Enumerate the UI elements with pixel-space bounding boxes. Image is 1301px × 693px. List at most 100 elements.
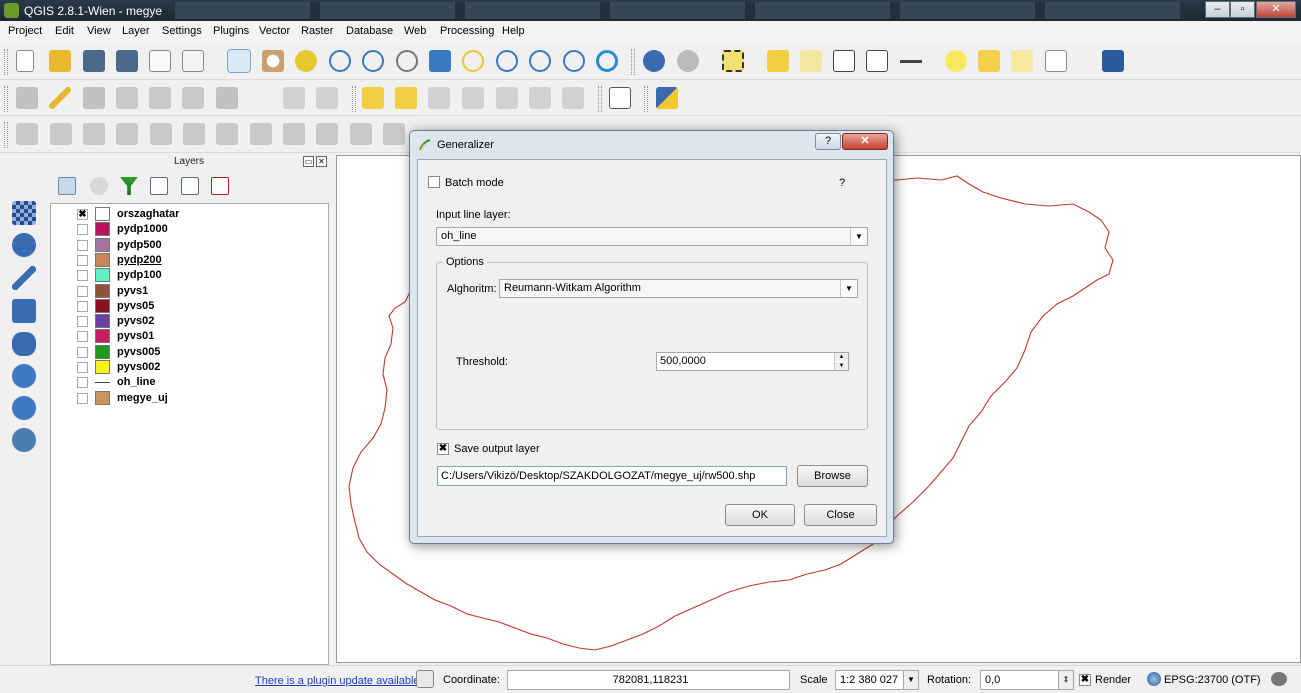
float-panel-icon[interactable]: ▭ xyxy=(303,156,314,167)
show-hide-labels-icon[interactable] xyxy=(462,87,484,109)
identify-features-icon[interactable] xyxy=(643,50,665,72)
browse-button[interactable]: Browse xyxy=(797,465,868,487)
menu-help[interactable]: Help xyxy=(502,25,525,37)
change-label-icon[interactable] xyxy=(562,87,584,109)
open-project-icon[interactable] xyxy=(49,50,71,72)
chevron-down-icon[interactable]: ▼ xyxy=(903,670,919,690)
toggle-editing-icon[interactable] xyxy=(49,87,71,109)
generalizer-plugin-icon[interactable] xyxy=(689,87,711,109)
paste-features-icon[interactable] xyxy=(316,87,338,109)
menu-layer[interactable]: Layer xyxy=(122,25,150,37)
zoom-to-selection-icon[interactable] xyxy=(462,50,484,72)
batch-mode-checkbox[interactable] xyxy=(428,176,440,188)
layer-visibility-checkbox[interactable] xyxy=(77,377,88,389)
select-features-icon[interactable] xyxy=(722,50,744,72)
simplify-plugin-icon[interactable] xyxy=(723,87,745,109)
close-button[interactable]: Close xyxy=(804,504,877,526)
filter-legend-icon[interactable] xyxy=(120,177,138,195)
menu-settings[interactable]: Settings xyxy=(162,25,202,37)
rotate-feature-icon[interactable] xyxy=(83,123,105,145)
crs-label[interactable]: EPSG:23700 (OTF) xyxy=(1164,674,1261,686)
collapse-all-icon[interactable] xyxy=(181,177,199,195)
csw-icon[interactable] xyxy=(609,87,631,109)
pin-labels-icon[interactable] xyxy=(428,87,450,109)
show-bookmarks-icon[interactable] xyxy=(1011,50,1033,72)
layer-visibility-checkbox[interactable] xyxy=(77,346,88,358)
add-part-icon[interactable] xyxy=(183,123,205,145)
rotation-spinbox[interactable]: 0,0 xyxy=(980,670,1060,690)
whats-this-icon[interactable] xyxy=(1136,50,1158,72)
menu-view[interactable]: View xyxy=(87,25,111,37)
add-oracle-layer-icon[interactable] xyxy=(12,332,36,356)
layer-visibility-checkbox[interactable] xyxy=(77,239,88,251)
open-attribute-table-icon[interactable] xyxy=(833,50,855,72)
scale-combobox[interactable]: 1:2 380 027 xyxy=(835,670,905,690)
plugin-update-link[interactable]: There is a plugin update available xyxy=(255,675,420,687)
text-annotation-icon[interactable] xyxy=(1045,50,1067,72)
threshold-spinbox[interactable]: 500,0000 ▲ ▼ xyxy=(656,352,849,371)
layer-visibility-checkbox[interactable] xyxy=(77,362,88,373)
new-bookmark-icon[interactable] xyxy=(978,50,1000,72)
refresh-icon[interactable] xyxy=(596,50,618,72)
zoom-actual-size-icon[interactable] xyxy=(396,50,418,72)
run-feature-action-icon[interactable] xyxy=(677,50,699,72)
layer-item-pyvs02[interactable]: pyvs02 xyxy=(71,314,321,329)
coordinate-field[interactable]: 782081,118231 xyxy=(507,670,790,690)
new-print-composer-icon[interactable] xyxy=(149,50,171,72)
toolbar-grip[interactable] xyxy=(631,49,635,75)
menu-project[interactable]: Project xyxy=(8,25,42,37)
measure-line-icon[interactable] xyxy=(900,50,922,72)
touch-zoom-pan-icon[interactable] xyxy=(227,49,251,73)
expand-all-icon[interactable] xyxy=(150,177,168,195)
layer-item-pyvs01[interactable]: pyvs01 xyxy=(71,329,321,344)
add-group-icon[interactable] xyxy=(58,177,76,195)
add-delimited-text-layer-icon[interactable] xyxy=(12,461,36,485)
save-layer-edits-icon[interactable] xyxy=(83,87,105,109)
map-tips-icon[interactable] xyxy=(945,50,967,72)
help-contents-icon[interactable] xyxy=(1102,50,1124,72)
new-shapefile-layer-icon[interactable] xyxy=(12,493,36,517)
menu-database[interactable]: Database xyxy=(346,25,393,37)
minimize-button[interactable]: – xyxy=(1205,1,1230,18)
layer-visibility-checkbox[interactable] xyxy=(77,285,88,297)
composer-manager-icon[interactable] xyxy=(182,50,204,72)
zoom-in-icon[interactable] xyxy=(329,50,351,72)
maximize-button[interactable]: ▫ xyxy=(1230,1,1255,18)
current-edits-icon[interactable] xyxy=(16,87,38,109)
move-label-icon[interactable] xyxy=(496,87,518,109)
zoom-to-layer-icon[interactable] xyxy=(496,50,518,72)
zoom-full-icon[interactable] xyxy=(429,50,451,72)
split-features-icon[interactable] xyxy=(383,123,405,145)
toggle-extents-icon[interactable] xyxy=(416,670,434,688)
copy-features-icon[interactable] xyxy=(283,87,305,109)
delete-part-icon[interactable] xyxy=(283,123,305,145)
dialog-close-x-button[interactable]: ✕ xyxy=(842,133,888,150)
statistical-summary-icon[interactable] xyxy=(866,50,888,72)
add-wcs-layer-icon[interactable] xyxy=(12,396,36,420)
layer-visibility-checkbox[interactable] xyxy=(77,316,88,328)
pan-to-selection-icon[interactable] xyxy=(295,50,317,72)
toolbar-grip[interactable] xyxy=(598,86,602,112)
redo-icon[interactable] xyxy=(50,123,72,145)
algorithm-combobox[interactable]: Reumann-Witkam Algorithm ▼ xyxy=(499,279,858,298)
layer-item-pyvs1[interactable]: pyvs1 xyxy=(71,283,321,299)
dialog-help-button[interactable]: ? xyxy=(815,133,841,150)
layer-visibility-checkbox[interactable] xyxy=(77,270,88,282)
rotate-label-icon[interactable] xyxy=(529,87,551,109)
cut-features-icon[interactable] xyxy=(250,87,272,109)
add-mssql-layer-icon[interactable] xyxy=(12,299,36,323)
manage-visibility-icon[interactable] xyxy=(90,177,108,195)
toolbar-grip[interactable] xyxy=(4,86,8,112)
fill-ring-icon[interactable] xyxy=(216,123,238,145)
move-feature-icon[interactable] xyxy=(149,87,171,109)
layer-item-pyvs005[interactable]: pyvs005 xyxy=(71,344,321,360)
close-window-button[interactable]: ✕ xyxy=(1256,1,1296,18)
add-ring-icon[interactable] xyxy=(150,123,172,145)
spin-up-icon[interactable]: ▲ xyxy=(834,353,848,361)
add-wms-layer-icon[interactable] xyxy=(12,364,36,388)
delete-ring-icon[interactable] xyxy=(250,123,272,145)
toolbar-grip[interactable] xyxy=(4,122,8,148)
add-spatialite-layer-icon[interactable] xyxy=(12,266,36,290)
render-checkbox[interactable]: ✖ xyxy=(1079,674,1091,686)
layer-item-pydp200[interactable]: pydp200 xyxy=(71,252,321,268)
